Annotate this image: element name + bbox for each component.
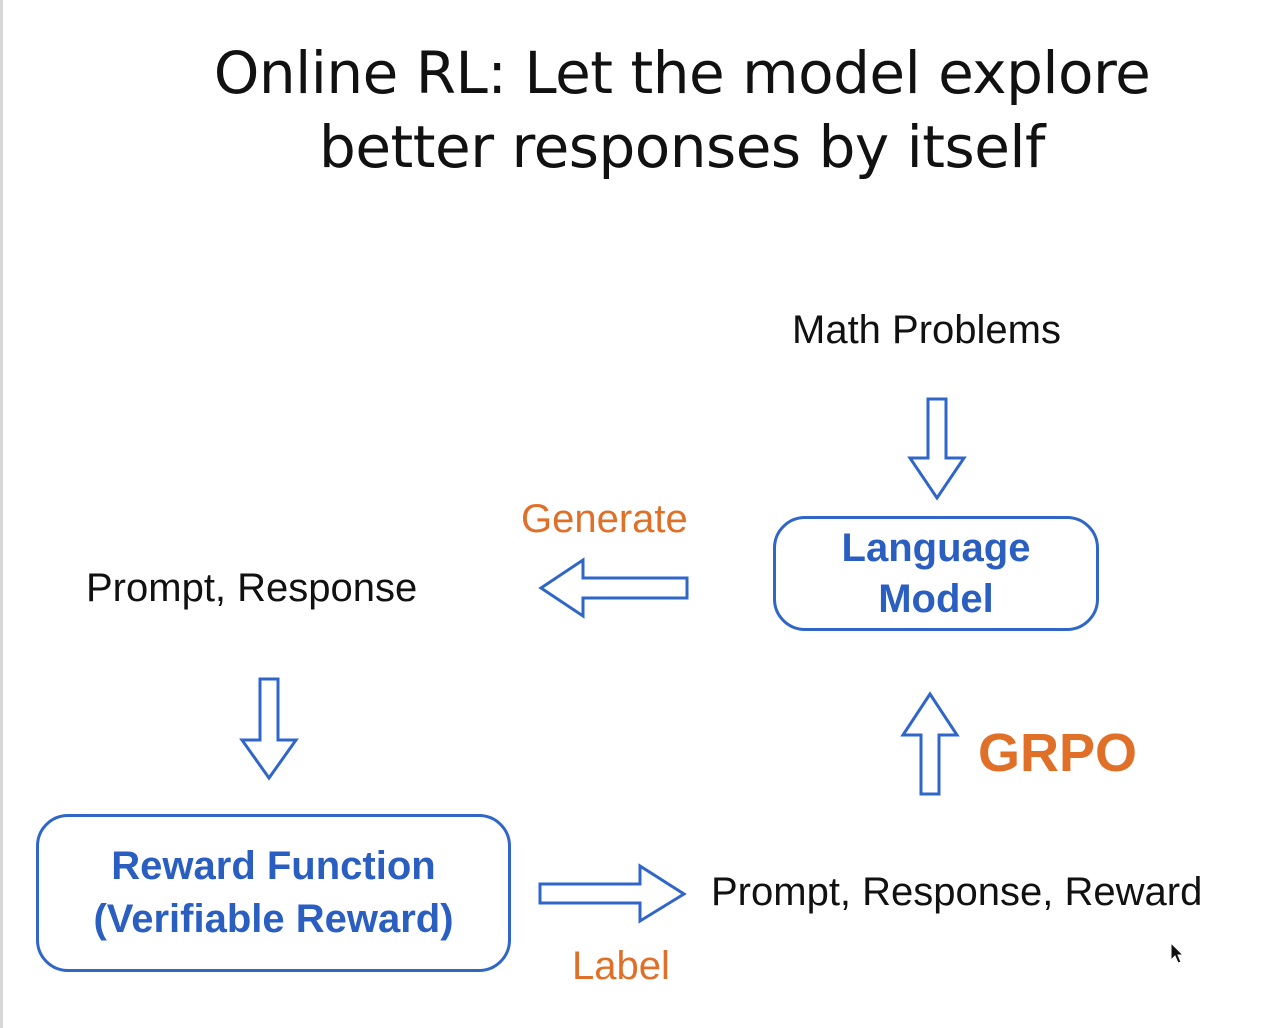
prompt-response-reward-label: Prompt, Response, Reward <box>711 870 1203 914</box>
reward-function-line-1: Reward Function <box>111 844 436 888</box>
grpo-label: GRPO <box>978 723 1138 783</box>
mouse-cursor-icon <box>1170 942 1185 964</box>
language-model-line-1: Language <box>841 525 1031 570</box>
down-arrow-icon <box>239 677 299 781</box>
right-arrow-icon <box>538 863 687 924</box>
language-model-box: Language Model <box>773 516 1099 631</box>
prompt-response-label: Prompt, Response <box>86 566 418 610</box>
reward-function-line-2: (Verifiable Reward) <box>93 897 454 941</box>
language-model-line-2: Model <box>878 576 994 621</box>
up-arrow-icon <box>900 691 960 796</box>
generate-label: Generate <box>521 497 688 541</box>
down-arrow-icon <box>907 397 967 501</box>
reward-function-box: Reward Function (Verifiable Reward) <box>36 814 511 972</box>
label-edge-label: Label <box>572 944 670 988</box>
math-problems-label: Math Problems <box>792 308 1061 352</box>
left-arrow-icon <box>538 557 689 619</box>
